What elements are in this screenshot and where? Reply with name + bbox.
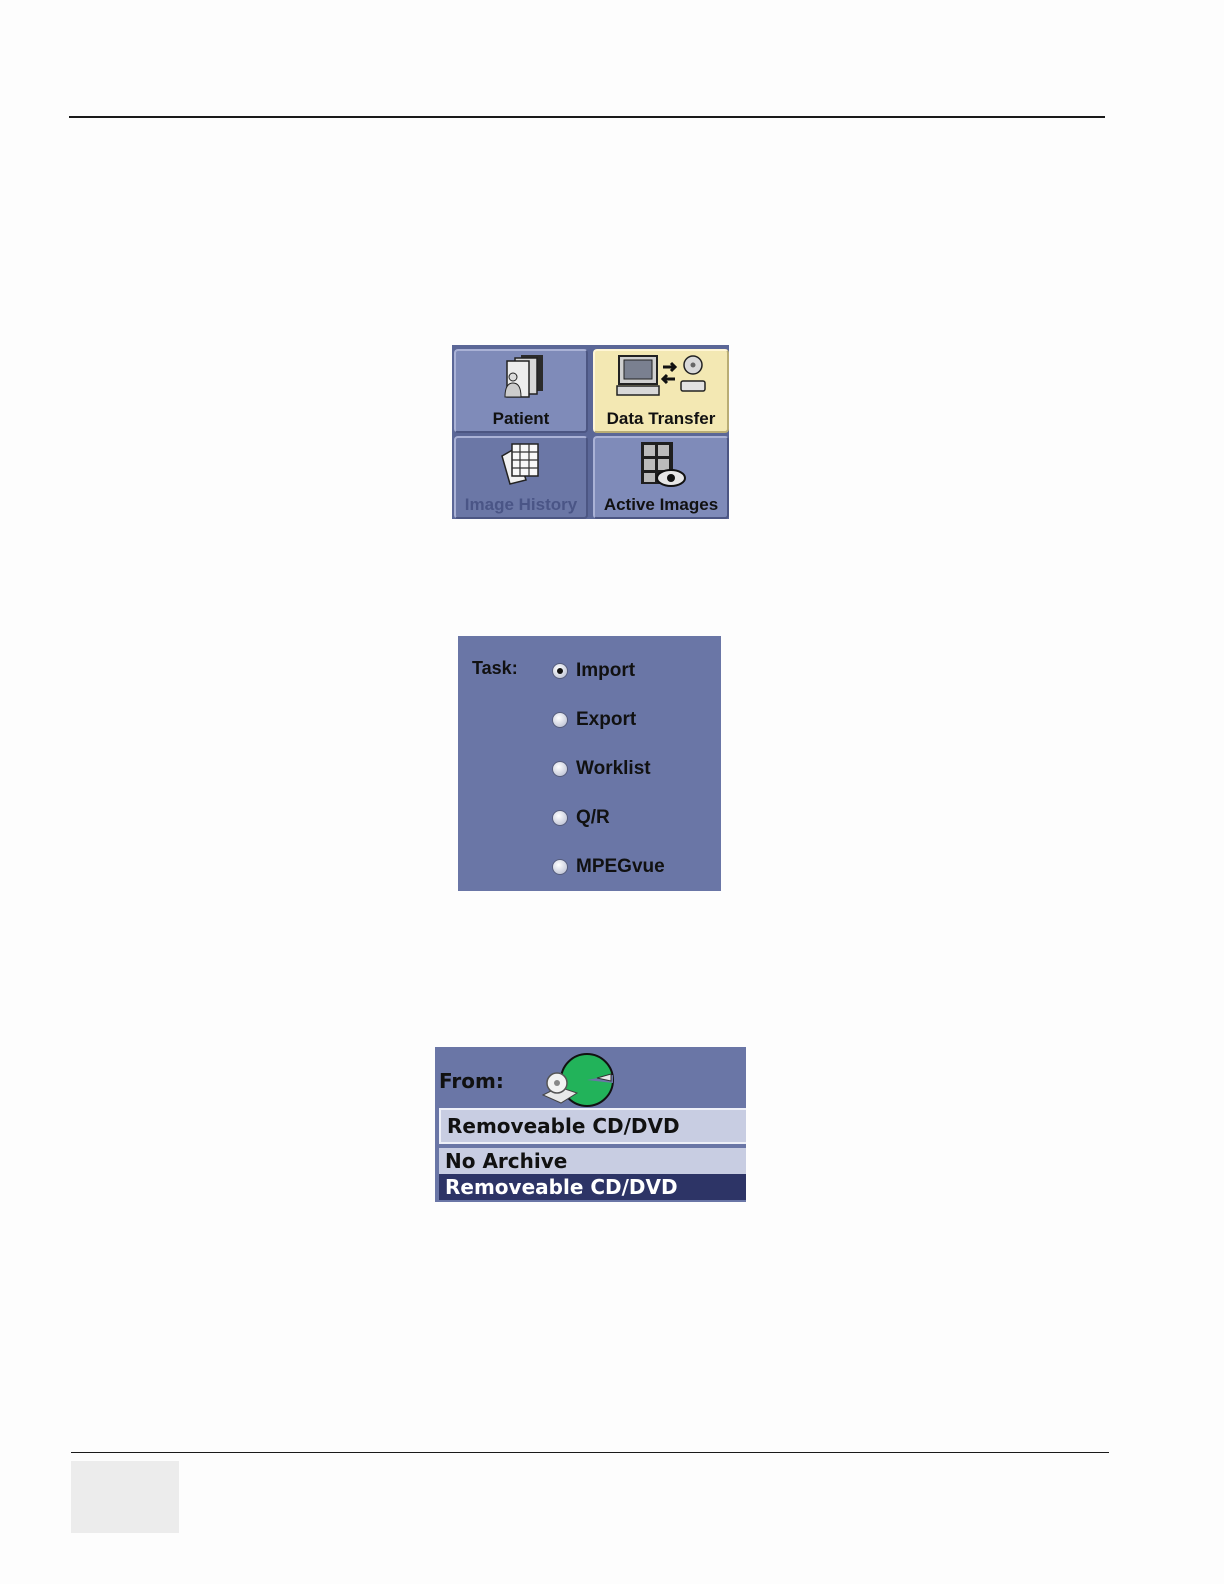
task-option-worklist[interactable]: Worklist — [552, 758, 651, 780]
dropdown-option-removeable-cd-dvd[interactable]: Removeable CD/DVD — [439, 1174, 746, 1200]
task-option-export[interactable]: Export — [552, 709, 636, 731]
tab-active-images-label: Active Images — [603, 495, 719, 514]
dropdown-option-no-archive[interactable]: No Archive — [439, 1148, 746, 1174]
from-label: From: — [439, 1069, 504, 1093]
tab-patient-label: Patient — [492, 409, 550, 428]
footer-rule — [71, 1452, 1109, 1453]
image-history-icon — [501, 443, 539, 485]
from-archive-dropdown-list: No Archive Removeable CD/DVD — [439, 1148, 746, 1200]
task-option-label: Q/R — [576, 807, 610, 828]
task-option-qr[interactable]: Q/R — [552, 807, 610, 829]
task-label: Task: — [472, 658, 518, 678]
tab-active-images[interactable]: Active Images — [593, 436, 729, 519]
tab-image-history-label: Image History — [464, 495, 578, 514]
radio-mpegvue-icon[interactable] — [552, 859, 568, 875]
task-option-mpegvue[interactable]: MPEGvue — [552, 856, 665, 878]
task-option-label: Import — [576, 660, 636, 681]
tab-data-transfer[interactable]: Data Transfer — [593, 349, 729, 433]
task-option-label: MPEGvue — [576, 856, 665, 877]
footer-page-box — [71, 1461, 179, 1533]
radio-export-icon[interactable] — [552, 712, 568, 728]
task-option-label: Worklist — [576, 758, 651, 779]
radio-qr-icon[interactable] — [552, 810, 568, 826]
patient-folder-icon — [504, 355, 543, 398]
task-option-label: Export — [576, 709, 637, 730]
task-option-import[interactable]: Import — [552, 660, 635, 682]
radio-worklist-icon[interactable] — [552, 761, 568, 777]
tab-patient[interactable]: Patient — [454, 349, 588, 433]
tab-data-transfer-label: Data Transfer — [606, 409, 716, 428]
from-panel: From: Removeable CD/DVD No Archive Remov… — [435, 1047, 746, 1202]
tab-image-history[interactable]: Image History — [454, 436, 588, 519]
cd-drive-status-icon — [541, 1053, 614, 1107]
header-rule — [69, 116, 1105, 118]
task-panel: Task: Import Export Worklist Q/R MPEGvue — [458, 636, 721, 891]
radio-import-selected-icon[interactable] — [552, 663, 568, 679]
active-images-icon — [641, 442, 686, 487]
from-archive-select[interactable]: Removeable CD/DVD — [439, 1108, 746, 1144]
navigation-tabs-panel: Patient Data Transfer Image History Acti… — [452, 345, 729, 519]
data-transfer-icon — [616, 355, 706, 396]
